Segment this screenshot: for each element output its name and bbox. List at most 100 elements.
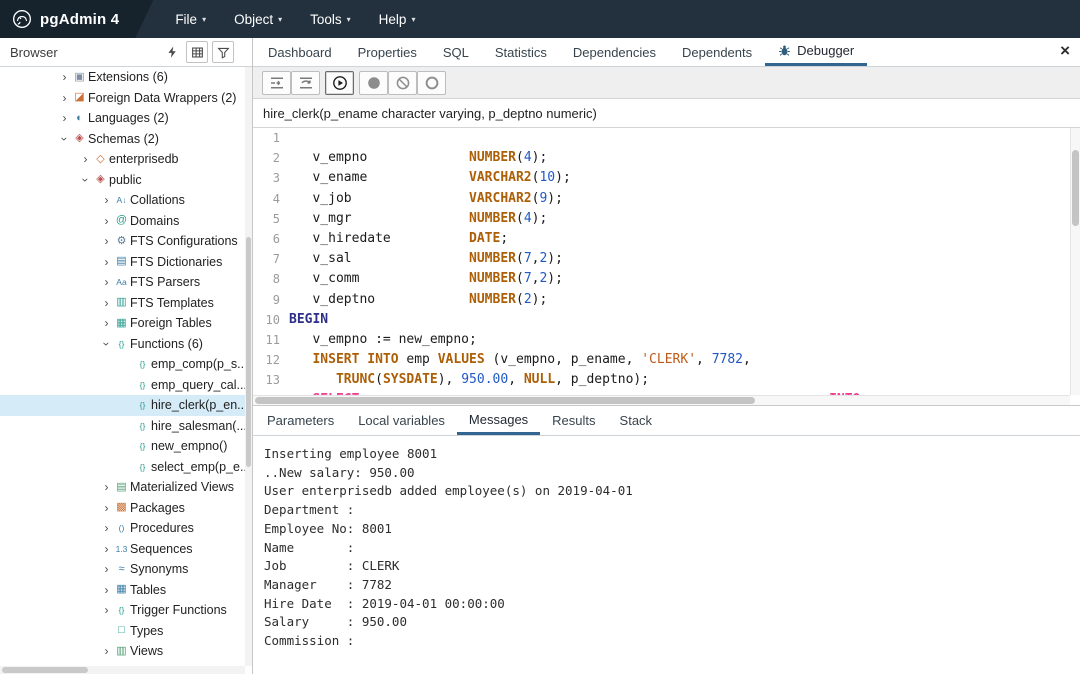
code-editor[interactable]: 12 v_empno NUMBER(4);3 v_ename VARCHAR2(… (253, 128, 1070, 395)
output-tab-label: Local variables (358, 413, 445, 428)
tab-statistics[interactable]: Statistics (482, 38, 560, 66)
step-over-button[interactable] (291, 71, 320, 95)
tree-item-tables[interactable]: ›▦Tables (0, 580, 245, 601)
tree-item-public[interactable]: ›◈public (0, 170, 245, 191)
chevron-down-icon[interactable]: › (59, 132, 71, 145)
chevron-right-icon[interactable]: › (58, 112, 71, 124)
editor-vertical-scroll-thumb[interactable] (1072, 150, 1079, 226)
chevron-down-icon[interactable]: › (101, 337, 113, 350)
tree-item-schemas-2[interactable]: ›◈Schemas (2) (0, 129, 245, 150)
tree-item-fts-parsers[interactable]: ›AaFTS Parsers (0, 272, 245, 293)
chevron-right-icon[interactable]: › (100, 543, 113, 555)
chevron-right-icon[interactable]: › (100, 563, 113, 575)
chevron-right-icon[interactable]: › (100, 522, 113, 534)
chevron-right-icon[interactable]: › (100, 215, 113, 227)
tree-item-foreign-data-wrappers-2[interactable]: ›◪Foreign Data Wrappers (2) (0, 88, 245, 109)
chevron-right-icon[interactable]: › (100, 276, 113, 288)
menu-object[interactable]: Object▾ (234, 12, 282, 27)
output-tab-results[interactable]: Results (540, 406, 607, 435)
chevron-right-icon[interactable]: › (100, 502, 113, 514)
output-tab-messages[interactable]: Messages (457, 406, 540, 435)
code-line: 3 v_ename VARCHAR2(10); (253, 168, 1070, 188)
tab-label: SQL (443, 45, 469, 60)
chevron-right-icon[interactable]: › (58, 92, 71, 104)
fts-dictionaries-icon: ▤ (113, 256, 130, 267)
tree-item-views[interactable]: ›▥Views (0, 641, 245, 662)
tab-dashboard[interactable]: Dashboard (255, 38, 345, 66)
tree-item-select-emp-p-e[interactable]: {}select_emp(p_e... (0, 457, 245, 478)
editor-horizontal-scroll-thumb[interactable] (255, 397, 755, 404)
tab-dependencies[interactable]: Dependencies (560, 38, 669, 66)
chevron-right-icon[interactable]: › (100, 584, 113, 596)
tree-item-fts-configurations[interactable]: ›⚙FTS Configurations (0, 231, 245, 252)
chevron-right-icon[interactable]: › (100, 645, 113, 657)
debugger-toolbar (253, 67, 1080, 99)
chevron-right-icon[interactable]: › (100, 235, 113, 247)
chevron-right-icon[interactable]: › (100, 194, 113, 206)
tab-debugger[interactable]: Debugger (765, 38, 867, 66)
line-number: 4 (253, 189, 289, 209)
tree-item-procedures[interactable]: ›()Procedures (0, 518, 245, 539)
output-tab-local-variables[interactable]: Local variables (346, 406, 457, 435)
tree-item-materialized-views[interactable]: ›▤Materialized Views (0, 477, 245, 498)
tree-item-foreign-tables[interactable]: ›▦Foreign Tables (0, 313, 245, 334)
query-tool-icon[interactable] (162, 41, 182, 63)
tab-label: Properties (358, 45, 417, 60)
tree-item-new-empno[interactable]: {}new_empno() (0, 436, 245, 457)
line-number: 3 (253, 168, 289, 188)
chevron-right-icon[interactable]: › (100, 297, 113, 309)
browser-tree: ›▣Extensions (6)›◪Foreign Data Wrappers … (0, 67, 245, 666)
stop-button[interactable] (359, 71, 388, 95)
output-tab-stack[interactable]: Stack (608, 406, 665, 435)
tab-dependents[interactable]: Dependents (669, 38, 765, 66)
output-tab-parameters[interactable]: Parameters (255, 406, 346, 435)
tree-item-domains[interactable]: ›@Domains (0, 211, 245, 232)
menu-tools[interactable]: Tools▾ (310, 12, 351, 27)
output-tab-label: Parameters (267, 413, 334, 428)
chevron-right-icon[interactable]: › (79, 153, 92, 165)
domains-icon: @ (113, 215, 130, 226)
tree-item-fts-templates[interactable]: ›▥FTS Templates (0, 293, 245, 314)
clear-breakpoints-button[interactable] (388, 71, 417, 95)
tab-properties[interactable]: Properties (345, 38, 430, 66)
continue-button[interactable] (325, 71, 354, 95)
tree-item-label: Views (130, 644, 163, 658)
tree-item-extensions-6[interactable]: ›▣Extensions (6) (0, 67, 245, 88)
menu-help[interactable]: Help▾ (379, 12, 416, 27)
tree-item-enterprisedb[interactable]: ›◇enterprisedb (0, 149, 245, 170)
close-icon[interactable]: × (1060, 38, 1070, 64)
line-number: 10 (253, 310, 289, 330)
chevron-right-icon[interactable]: › (100, 256, 113, 268)
tree-item-functions-6[interactable]: ›{}Functions (6) (0, 334, 245, 355)
tree-item-types[interactable]: □Types (0, 621, 245, 642)
tree-item-packages[interactable]: ›▩Packages (0, 498, 245, 519)
tree-item-emp-comp-p-s[interactable]: {}emp_comp(p_s... (0, 354, 245, 375)
chevron-right-icon[interactable]: › (100, 481, 113, 493)
chevron-down-icon[interactable]: › (80, 173, 92, 186)
toggle-breakpoint-button[interactable] (417, 71, 446, 95)
tree-item-trigger-functions[interactable]: ›{}Trigger Functions (0, 600, 245, 621)
chevron-right-icon[interactable]: › (100, 604, 113, 616)
chevron-right-icon[interactable]: › (100, 317, 113, 329)
tree-item-sequences[interactable]: ›1.3Sequences (0, 539, 245, 560)
code-line: 1 (253, 128, 1070, 148)
filter-icon[interactable] (212, 41, 234, 63)
tree-horizontal-scroll-thumb[interactable] (2, 667, 88, 673)
tree-item-fts-dictionaries[interactable]: ›▤FTS Dictionaries (0, 252, 245, 273)
tree-item-hire-salesman[interactable]: {}hire_salesman(... (0, 416, 245, 437)
menu-label: Help (379, 12, 407, 27)
tree-item-collations[interactable]: ›A↓Collations (0, 190, 245, 211)
tab-sql[interactable]: SQL (430, 38, 482, 66)
step-into-button[interactable] (262, 71, 291, 95)
tree-vertical-scroll-thumb[interactable] (246, 237, 251, 467)
tree-vertical-scrollbar (245, 67, 252, 666)
menu-file[interactable]: File▾ (175, 12, 206, 27)
tree-item-hire-clerk-p-en[interactable]: {}hire_clerk(p_en... (0, 395, 245, 416)
code-text: v_comm NUMBER(7,2); (289, 269, 563, 289)
chevron-right-icon[interactable]: › (58, 71, 71, 83)
tree-item-languages-2[interactable]: ›◐Languages (2) (0, 108, 245, 129)
pgadmin-logo-block: pgAdmin 4 (0, 0, 153, 38)
tree-item-synonyms[interactable]: ›≈Synonyms (0, 559, 245, 580)
tree-item-emp-query-cal[interactable]: {}emp_query_cal... (0, 375, 245, 396)
view-data-icon[interactable] (186, 41, 208, 63)
